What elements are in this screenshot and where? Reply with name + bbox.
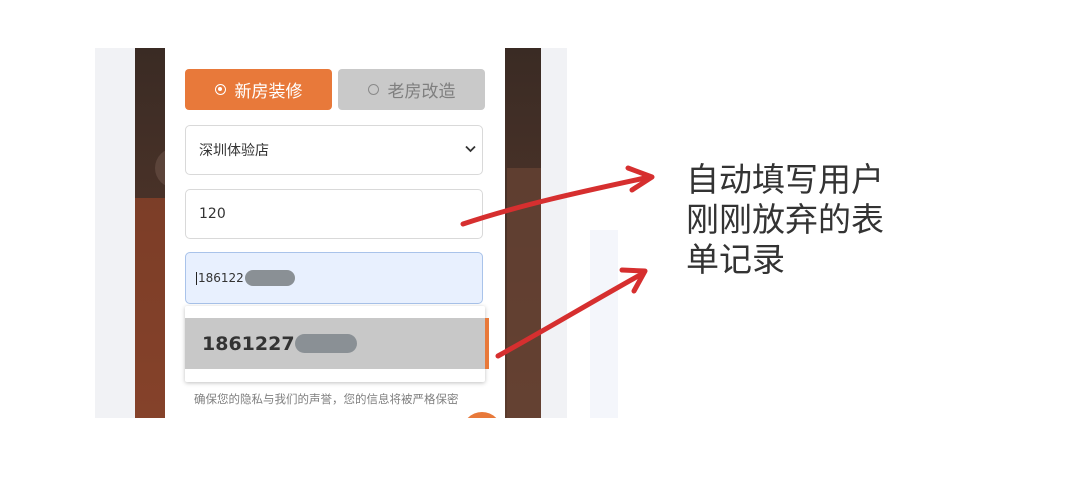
annotation-line-1: 自动填写用户: [686, 160, 884, 199]
arrow-to-area-field: [460, 175, 648, 227]
annotation-line-2: 刚刚放弃的表: [686, 200, 884, 239]
annotation-text: 自动填写用户 刚刚放弃的表 单记录: [686, 160, 916, 280]
annotation-arrows: [460, 165, 655, 359]
annotation-line-3: 单记录: [686, 240, 785, 279]
arrow-to-suggestion: [495, 272, 643, 359]
